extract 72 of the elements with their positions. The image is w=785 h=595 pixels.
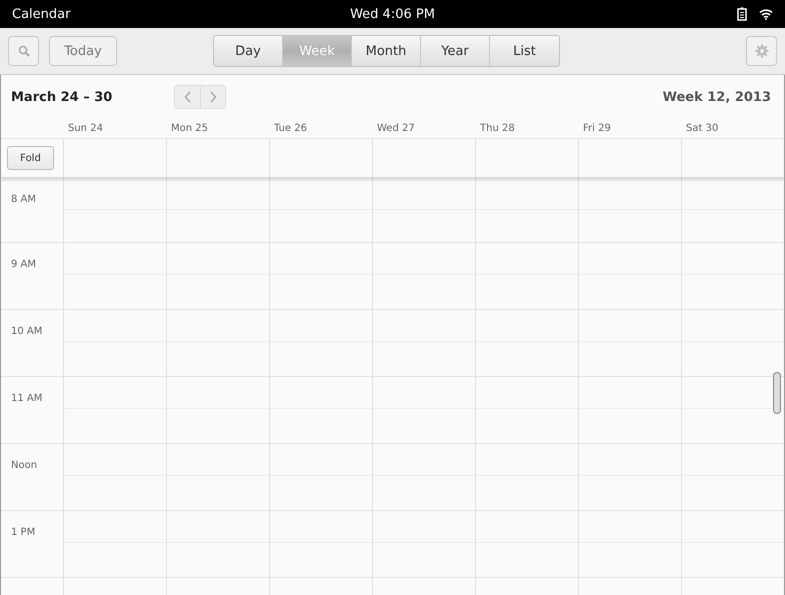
- time-slot[interactable]: [372, 178, 475, 242]
- hour-label: 8 AM: [11, 194, 36, 205]
- day-heading: Sat 30: [685, 123, 720, 134]
- today-button[interactable]: Today: [49, 36, 117, 66]
- time-slot[interactable]: [372, 444, 475, 510]
- chevron-right-icon: [209, 91, 217, 103]
- time-slot[interactable]: [578, 243, 681, 309]
- wifi-icon[interactable]: [759, 8, 773, 20]
- view-tab[interactable]: List: [490, 36, 559, 66]
- time-slot[interactable]: [269, 444, 372, 510]
- hour-label: Noon: [11, 460, 38, 471]
- day-heading: Mon 25: [170, 123, 209, 134]
- time-slot[interactable]: [578, 511, 681, 577]
- time-slot[interactable]: [578, 444, 681, 510]
- day-heading: Tue 26: [273, 123, 308, 134]
- time-slot[interactable]: [372, 377, 475, 443]
- app-name: Calendar: [12, 6, 70, 22]
- time-slot[interactable]: [475, 444, 578, 510]
- time-slot[interactable]: [63, 511, 166, 577]
- fold-button[interactable]: Fold: [7, 146, 54, 170]
- time-slot[interactable]: [166, 377, 269, 443]
- view-tab[interactable]: Year: [421, 36, 490, 66]
- time-slot[interactable]: [681, 511, 784, 577]
- time-slot[interactable]: [269, 243, 372, 309]
- time-slot[interactable]: [63, 178, 166, 242]
- time-slot[interactable]: [475, 178, 578, 242]
- date-range: March 24 – 30: [11, 90, 114, 104]
- time-slot[interactable]: [166, 511, 269, 577]
- time-slot[interactable]: [63, 377, 166, 443]
- time-slot[interactable]: [578, 178, 681, 242]
- view-tab[interactable]: Day: [214, 36, 283, 66]
- hour-label: 10 AM: [11, 326, 42, 337]
- scrollbar-thumb[interactable]: [773, 372, 781, 414]
- time-slot[interactable]: [166, 310, 269, 376]
- time-slot[interactable]: [475, 243, 578, 309]
- time-slot[interactable]: [475, 377, 578, 443]
- time-slot[interactable]: [578, 310, 681, 376]
- time-slot[interactable]: [681, 178, 784, 242]
- week-label: Week 12, 2013: [662, 90, 771, 104]
- time-slot[interactable]: [269, 310, 372, 376]
- time-slot[interactable]: [372, 310, 475, 376]
- time-slot[interactable]: [166, 178, 269, 242]
- time-slot[interactable]: [166, 444, 269, 510]
- time-slot[interactable]: [63, 310, 166, 376]
- time-slot[interactable]: [681, 444, 784, 510]
- view-tab[interactable]: Month: [352, 36, 421, 66]
- time-slot[interactable]: [166, 243, 269, 309]
- search-button[interactable]: [8, 36, 39, 66]
- chevron-left-icon: [184, 91, 192, 103]
- battery-icon[interactable]: [737, 7, 747, 21]
- time-slot[interactable]: [63, 444, 166, 510]
- time-slot[interactable]: [269, 377, 372, 443]
- time-slot[interactable]: [475, 511, 578, 577]
- time-slot[interactable]: [269, 178, 372, 242]
- settings-icon: [754, 44, 768, 58]
- hour-label: 1 PM: [11, 527, 36, 538]
- hour-label: 11 AM: [11, 393, 42, 404]
- time-slot[interactable]: [63, 243, 166, 309]
- day-heading: Wed 27: [376, 123, 416, 134]
- hour-label: 9 AM: [11, 259, 36, 270]
- day-heading: Sun 24: [67, 123, 104, 134]
- time-slot[interactable]: [475, 310, 578, 376]
- clock: Wed 4:06 PM: [350, 6, 435, 22]
- time-slot[interactable]: [578, 377, 681, 443]
- day-heading: Thu 28: [479, 123, 516, 134]
- time-slot[interactable]: [681, 243, 784, 309]
- time-slot[interactable]: [372, 511, 475, 577]
- time-slot[interactable]: [372, 243, 475, 309]
- search-icon: [18, 45, 30, 57]
- time-slot[interactable]: [269, 511, 372, 577]
- day-heading: Fri 29: [582, 123, 612, 134]
- settings-button[interactable]: [746, 36, 777, 66]
